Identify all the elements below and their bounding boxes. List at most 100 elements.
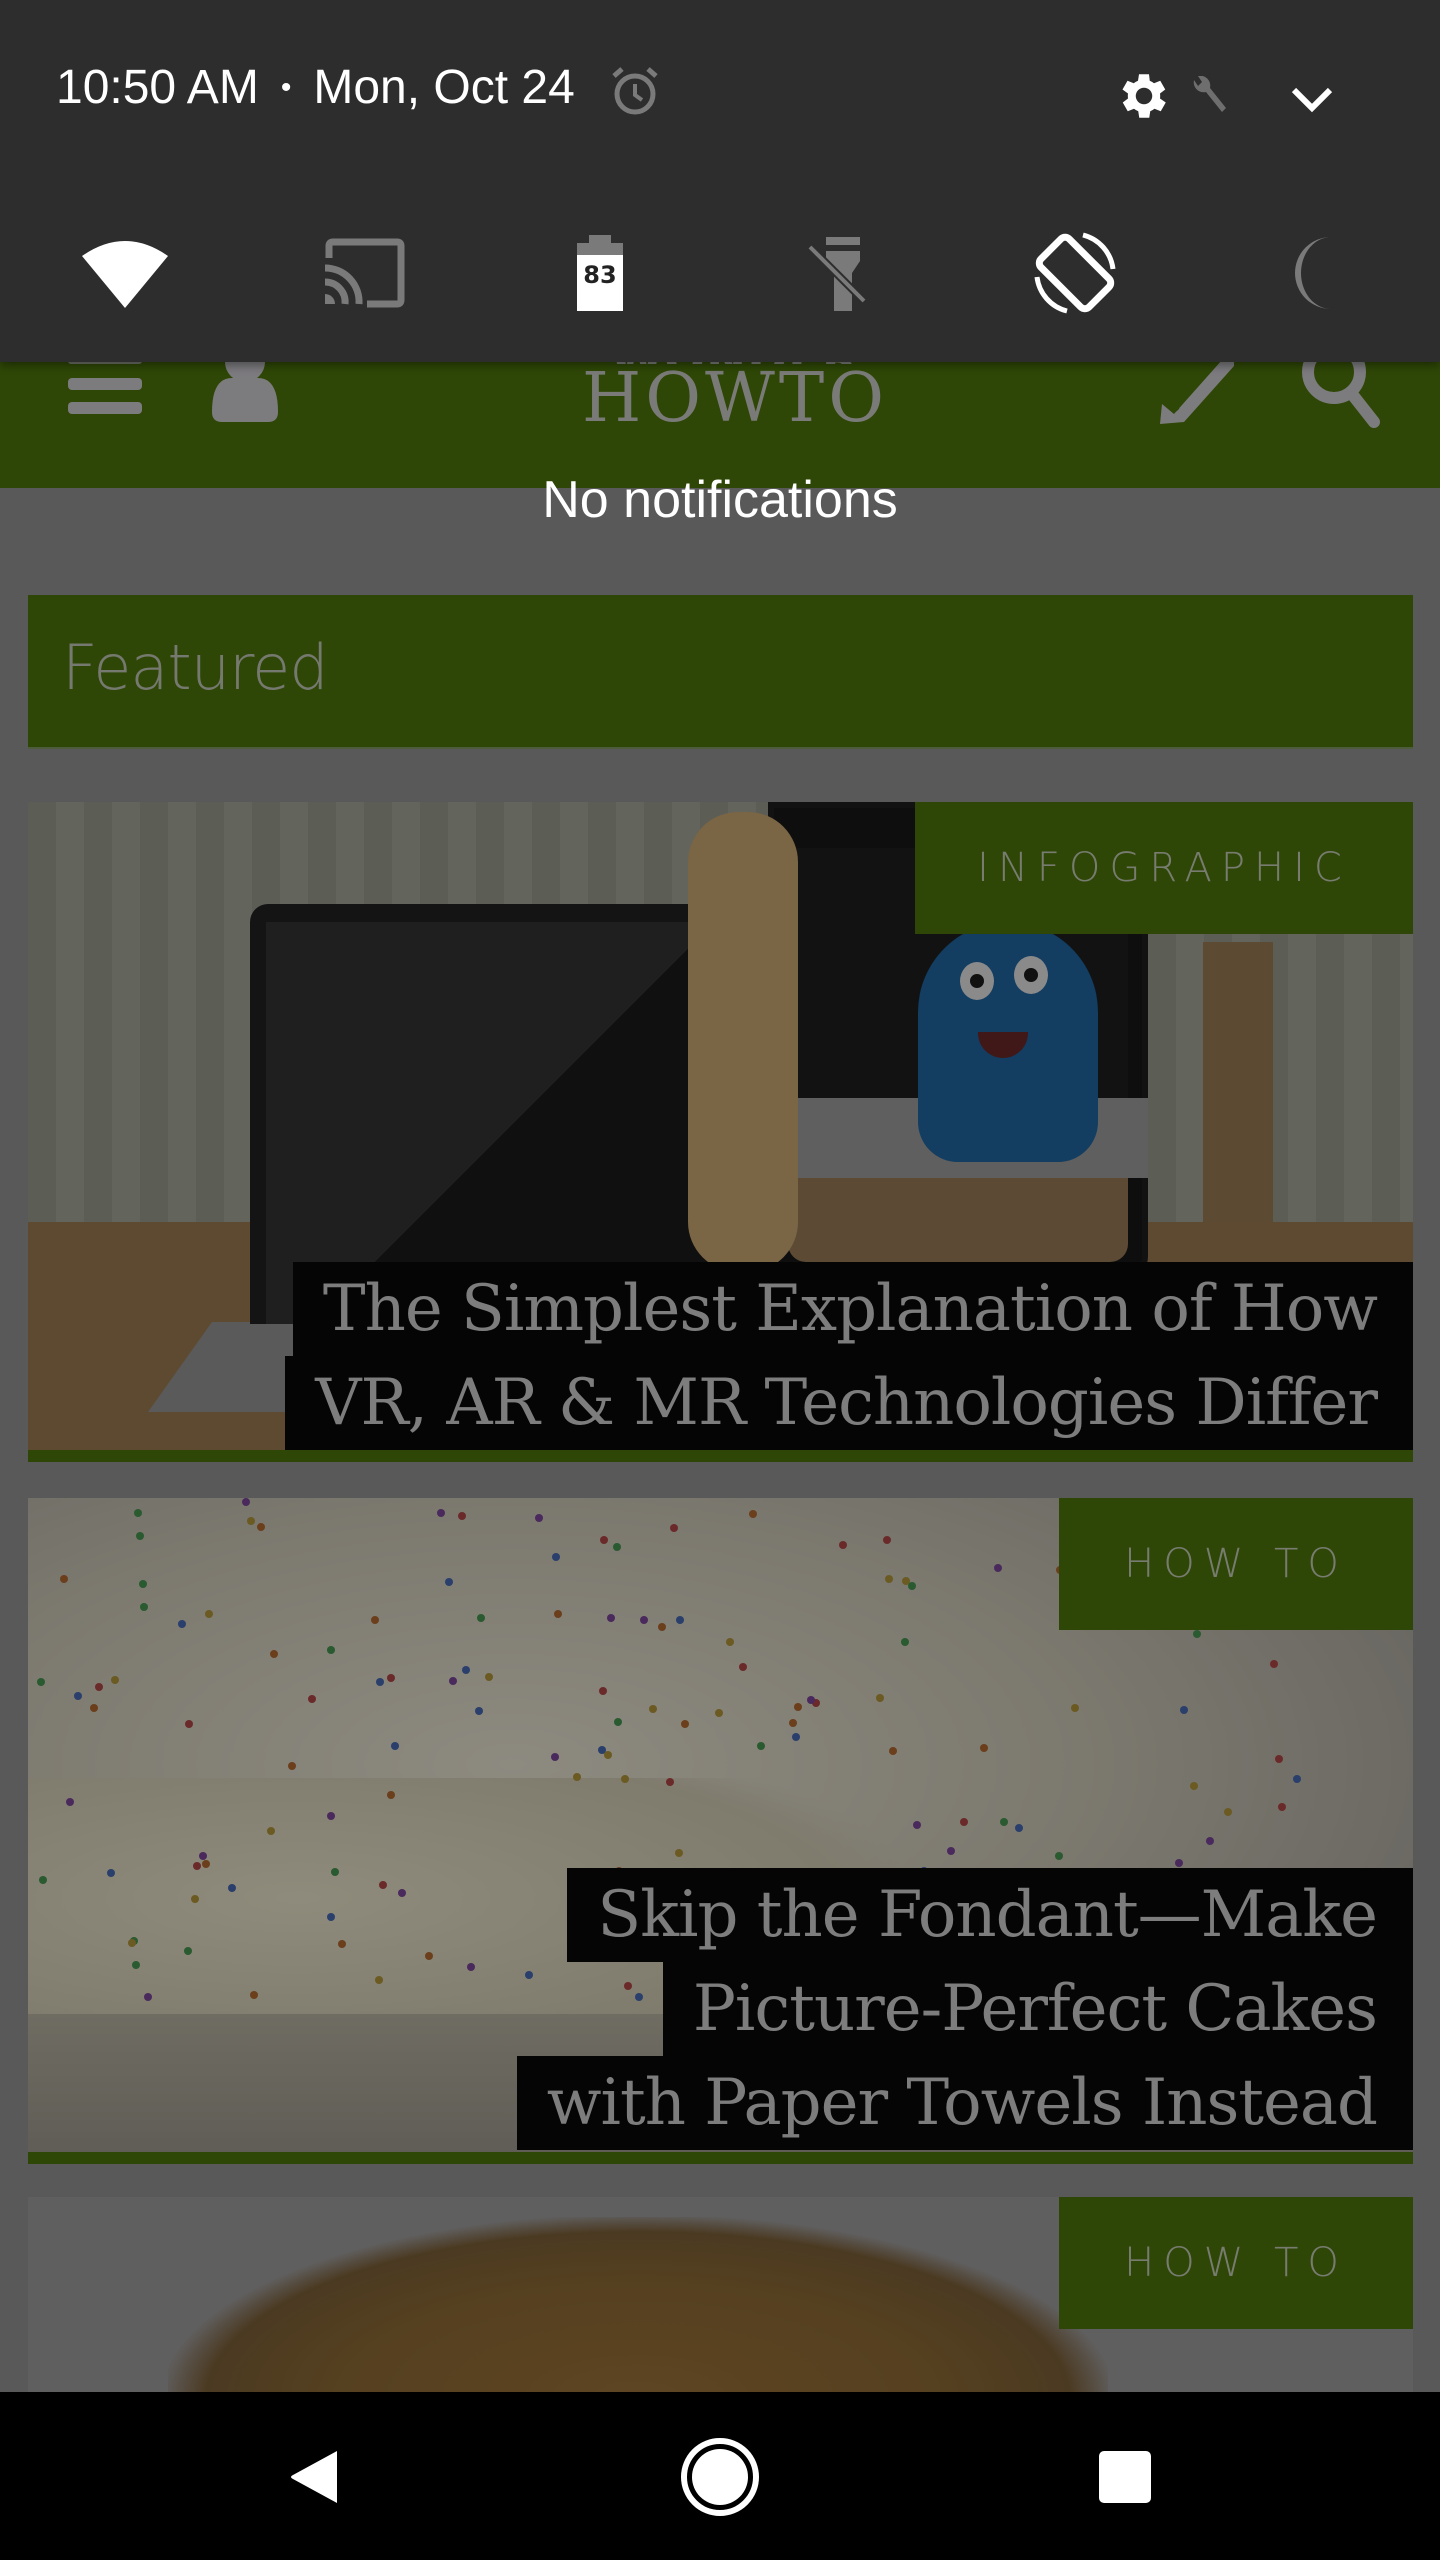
menu-icon[interactable] — [68, 358, 142, 418]
home-icon — [681, 2438, 759, 2516]
article-card[interactable]: INFOGRAPHIC The Simplest Explanation of … — [28, 802, 1413, 1462]
sprinkle-decoration — [327, 1812, 335, 1820]
sprinkle-decoration — [789, 1719, 797, 1727]
sprinkle-decoration — [95, 1683, 103, 1691]
sprinkle-decoration — [375, 1976, 383, 1984]
wifi-icon — [82, 241, 168, 308]
sprinkle-decoration — [193, 1862, 201, 1870]
expand-chevron-icon[interactable] — [1290, 84, 1334, 114]
sprinkle-decoration — [739, 1663, 747, 1671]
sprinkle-decoration — [607, 1614, 615, 1622]
category-badge[interactable]: INFOGRAPHIC — [915, 802, 1413, 934]
article-card[interactable]: HOW TO Skip the Fondant—Make Picture-Per… — [28, 1498, 1413, 2164]
no-notifications-label: No notifications — [542, 471, 898, 529]
search-icon[interactable] — [1296, 356, 1380, 432]
sprinkle-decoration — [74, 1692, 82, 1700]
sprinkle-decoration — [327, 1646, 335, 1654]
recents-button[interactable] — [1080, 2432, 1170, 2522]
sprinkle-decoration — [257, 1523, 265, 1531]
sprinkle-decoration — [573, 1773, 581, 1781]
notification-shade[interactable]: 10:50 AM • Mon, Oct 24 83 — [0, 0, 1440, 362]
sprinkle-decoration — [140, 1603, 148, 1611]
sprinkle-decoration — [107, 1869, 115, 1877]
sprinkle-decoration — [132, 1961, 140, 1969]
alarm-icon[interactable] — [610, 66, 660, 116]
sprinkle-decoration — [462, 1666, 470, 1674]
cast-icon — [324, 238, 405, 308]
sprinkle-decoration — [338, 1940, 346, 1948]
article-title-line: Skip the Fondant—Make — [567, 1868, 1413, 1962]
sprinkle-decoration — [1193, 1630, 1201, 1638]
screen-rotation-icon — [1034, 232, 1116, 314]
article-card[interactable]: HOW TO — [28, 2197, 1413, 2392]
navigation-bar — [0, 2392, 1440, 2560]
sprinkle-decoration — [552, 1553, 560, 1561]
date-time: 10:50 AM • Mon, Oct 24 — [56, 60, 575, 115]
back-button[interactable] — [270, 2432, 360, 2522]
home-button[interactable] — [675, 2432, 765, 2522]
sprinkle-decoration — [205, 1610, 213, 1618]
sprinkle-decoration — [425, 1952, 433, 1960]
card-accent — [28, 1450, 1413, 1462]
sprinkle-decoration — [551, 1753, 559, 1761]
wrench-icon — [1193, 76, 1226, 112]
sprinkle-decoration — [387, 1674, 395, 1682]
article-title-line: VR, AR & MR Technologies Differ — [285, 1356, 1413, 1450]
sprinkle-decoration — [1270, 1660, 1278, 1668]
sprinkle-decoration — [60, 1575, 68, 1583]
date[interactable]: Mon, Oct 24 — [313, 60, 574, 115]
battery-level: 83 — [583, 261, 616, 289]
sprinkle-decoration — [1278, 1803, 1286, 1811]
sprinkle-decoration — [658, 1623, 666, 1631]
sprinkle-decoration — [1275, 1755, 1283, 1763]
sprinkle-decoration — [792, 1733, 800, 1741]
qs-tile-battery[interactable]: 83 — [555, 228, 645, 318]
sprinkle-decoration — [885, 1575, 893, 1583]
sprinkle-decoration — [913, 1821, 921, 1829]
category-badge[interactable]: HOW TO — [1059, 1498, 1413, 1630]
sprinkle-decoration — [144, 1993, 152, 2001]
sprinkle-decoration — [267, 1827, 275, 1835]
sprinkle-decoration — [458, 1512, 466, 1520]
sprinkle-decoration — [757, 1742, 765, 1750]
sprinkle-decoration — [794, 1703, 802, 1711]
sprinkle-decoration — [185, 1720, 193, 1728]
section-title: Featured — [62, 631, 329, 704]
sprinkle-decoration — [681, 1720, 689, 1728]
sprinkle-decoration — [1190, 1782, 1198, 1790]
back-icon — [291, 2451, 337, 2503]
sprinkle-decoration — [883, 1536, 891, 1544]
article-title[interactable]: Skip the Fondant—Make Picture-Perfect Ca… — [516, 1868, 1413, 2150]
sprinkle-decoration — [242, 1498, 250, 1506]
recents-icon — [1099, 2451, 1151, 2503]
qs-tile-flashlight[interactable] — [793, 228, 883, 318]
sprinkle-decoration — [649, 1705, 657, 1713]
sprinkle-decoration — [191, 1895, 199, 1903]
qs-tile-wifi[interactable] — [80, 228, 170, 318]
sprinkle-decoration — [128, 1939, 136, 1947]
sprinkle-decoration — [1180, 1706, 1188, 1714]
sprinkle-decoration — [1206, 1837, 1214, 1845]
qs-tile-cast[interactable] — [318, 228, 408, 318]
qs-tile-auto-rotate[interactable] — [1030, 228, 1120, 318]
sprinkle-decoration — [807, 1696, 815, 1704]
logo-howto: HOWTO — [581, 359, 889, 438]
sprinkle-decoration — [467, 1963, 475, 1971]
pencil-icon[interactable] — [1158, 356, 1234, 424]
sprinkle-decoration — [676, 1616, 684, 1624]
sprinkle-decoration — [379, 1881, 387, 1889]
article-title[interactable]: The Simplest Explanation of How VR, AR &… — [285, 1262, 1413, 1450]
sprinkle-decoration — [111, 1676, 119, 1684]
sprinkle-decoration — [270, 1650, 278, 1658]
sprinkle-decoration — [39, 1876, 47, 1884]
settings-gear-icon[interactable] — [1114, 66, 1174, 126]
user-icon[interactable] — [208, 356, 282, 422]
sprinkle-decoration — [1015, 1824, 1023, 1832]
category-badge[interactable]: HOW TO — [1059, 2197, 1413, 2329]
sprinkle-decoration — [908, 1582, 916, 1590]
section-featured: Featured — [28, 595, 1413, 749]
sprinkle-decoration — [327, 1913, 335, 1921]
qs-tile-do-not-disturb[interactable] — [1270, 228, 1360, 318]
sprinkle-decoration — [598, 1746, 606, 1754]
sprinkle-decoration — [449, 1677, 457, 1685]
